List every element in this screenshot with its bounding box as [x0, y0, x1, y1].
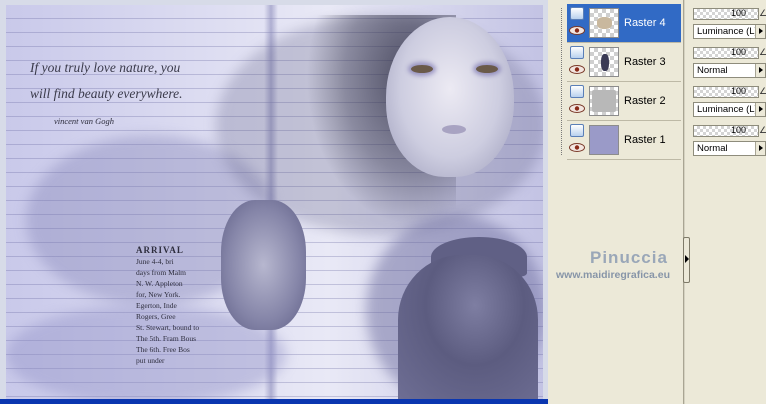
image-canvas[interactable]: If you truly love nature, you will find …: [6, 5, 543, 399]
newsprint-line: N. W. Appleton: [136, 279, 183, 288]
blend-mode-value: Luminance (L): [697, 26, 758, 37]
layer-properties-raster-3: 100 ∠ Normal: [693, 43, 766, 79]
raster-layer-icon: [570, 85, 584, 98]
opacity-value: 100: [730, 125, 746, 135]
layer-thumbnail: [589, 125, 619, 155]
quote-line-2: will find beauty everywhere.: [30, 86, 183, 101]
dropdown-arrow-icon[interactable]: [755, 64, 765, 77]
raster-layer-icon: [570, 7, 584, 20]
eye-icon[interactable]: [569, 26, 585, 35]
slider-tick-icon: ∠: [759, 47, 766, 57]
watermark-url: www.maidiregrafica.eu: [556, 269, 670, 281]
newsprint-line: The 6th. Free Bos: [136, 345, 190, 354]
raster-layer-icon: [570, 46, 584, 59]
eye-icon[interactable]: [569, 143, 585, 152]
layer-name: Raster 1: [624, 134, 666, 146]
layer-properties-raster-4: 100 ∠ Luminance (L): [693, 4, 766, 40]
eye-icon[interactable]: [569, 65, 585, 74]
opacity-slider[interactable]: 100: [693, 86, 759, 98]
layer-tree-line: [561, 8, 562, 155]
layer-separator: [567, 159, 681, 160]
newsprint-line: June 4-4, bri: [136, 257, 174, 266]
layer-row-raster-3[interactable]: Raster 3: [567, 43, 681, 81]
slider-tick-icon: ∠: [759, 86, 766, 96]
woman-right-eye: [476, 65, 498, 73]
layer-thumbnail: [589, 86, 619, 116]
taskbar-edge: [0, 399, 548, 404]
layer-row-raster-2[interactable]: Raster 2: [567, 82, 681, 120]
eye-icon[interactable]: [569, 104, 585, 113]
opacity-value: 100: [730, 8, 746, 18]
blend-mode-value: Luminance (L): [697, 104, 758, 115]
layer-name: Raster 4: [624, 17, 666, 29]
opacity-slider[interactable]: 100: [693, 125, 759, 137]
newsprint-line: Rogers, Gree: [136, 312, 176, 321]
newsprint-line: put under: [136, 356, 165, 365]
blend-mode-value: Normal: [697, 143, 728, 154]
dropdown-arrow-icon[interactable]: [755, 142, 765, 155]
layer-properties-raster-2: 100 ∠ Luminance (L): [693, 82, 766, 118]
opacity-slider[interactable]: 100: [693, 47, 759, 59]
quote-line-1: If you truly love nature, you: [30, 60, 181, 75]
opacity-value: 100: [730, 47, 746, 57]
quote-signature: vincent van Gogh: [54, 116, 114, 126]
newsprint-line: ARRIVAL: [136, 245, 184, 255]
quote-text: If you truly love nature, you will find …: [30, 55, 260, 107]
layer-thumbnail: [589, 8, 619, 38]
chevron-right-icon[interactable]: [683, 237, 690, 283]
newsprint-line: The 5th. Fram Bous: [136, 334, 196, 343]
slider-tick-icon: ∠: [759, 8, 766, 18]
layer-row-raster-1[interactable]: Raster 1: [567, 121, 681, 159]
newsprint-line: St. Stewart, bound to: [136, 323, 200, 332]
blend-mode-dropdown[interactable]: Normal: [693, 63, 766, 78]
layers-palette: Raster 4 Raster 3 Raster 2 Raster 1 100 …: [555, 0, 766, 404]
slider-tick-icon: ∠: [759, 125, 766, 135]
opacity-slider[interactable]: 100: [693, 8, 759, 20]
dropdown-arrow-icon[interactable]: [755, 103, 765, 116]
woman-face: [386, 17, 514, 177]
layer-name: Raster 3: [624, 56, 666, 68]
palette-splitter[interactable]: [683, 0, 685, 404]
blend-mode-value: Normal: [697, 65, 728, 76]
opacity-value: 100: [730, 86, 746, 96]
blend-mode-dropdown[interactable]: Luminance (L): [693, 102, 766, 117]
newsprint-line: for, New York.: [136, 290, 181, 299]
layer-properties-raster-1: 100 ∠ Normal: [693, 121, 766, 157]
woman-lips: [442, 125, 466, 134]
layer-name: Raster 2: [624, 95, 666, 107]
blend-mode-dropdown[interactable]: Normal: [693, 141, 766, 156]
dropdown-arrow-icon[interactable]: [755, 25, 765, 38]
woman-left-eye: [411, 65, 433, 73]
layer-row-raster-4[interactable]: Raster 4: [567, 4, 681, 42]
newsprint-line: days from Malm: [136, 268, 186, 277]
newsprint-line: Egerton, Inde: [136, 301, 177, 310]
newsprint-clipping: ARRIVAL June 4-4, bri days from Malm N. …: [136, 245, 281, 365]
blend-mode-dropdown[interactable]: Luminance (L): [693, 24, 766, 39]
van-gogh-portrait: [398, 255, 538, 399]
layer-thumbnail: [589, 47, 619, 77]
watermark-author: Pinuccia: [590, 248, 668, 267]
image-canvas-frame: If you truly love nature, you will find …: [0, 0, 548, 404]
raster-layer-icon: [570, 124, 584, 137]
